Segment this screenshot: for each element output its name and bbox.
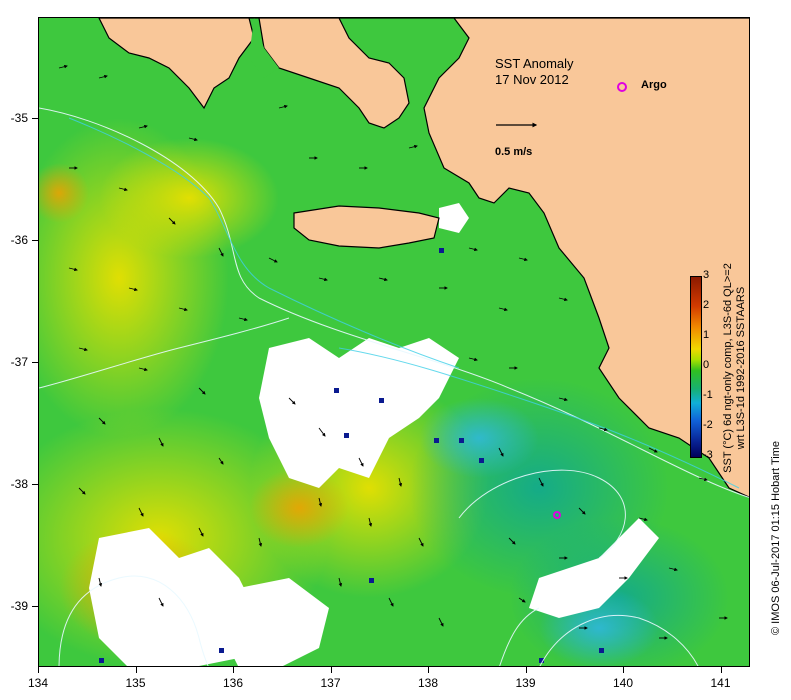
x-tick-label: 134 <box>27 676 49 690</box>
y-tick-label: -35 <box>10 111 28 125</box>
x-tick <box>135 667 137 673</box>
y-tick-label: -37 <box>10 355 28 369</box>
x-tick-label: 136 <box>222 676 244 690</box>
y-tick <box>32 362 38 363</box>
colorbar-tick-label: -1 <box>703 389 713 401</box>
credit-text: © IMOS 06-Jul-2017 01:15 Hobart Time <box>770 441 782 635</box>
y-tick <box>32 118 38 119</box>
colorbar-tick-label: -3 <box>703 449 713 461</box>
colorbar <box>690 276 702 458</box>
colorbar-tick-label: 1 <box>703 329 710 341</box>
argo-legend-icon <box>617 82 627 92</box>
y-tick-label: -38 <box>10 477 28 491</box>
colorbar-caption-line-1: SST (°C) 6d ngt-only comp, L3S-6d QL>=2 <box>722 263 734 473</box>
y-tick <box>32 484 38 485</box>
colorbar-tick-label: 3 <box>703 269 710 281</box>
x-tick-label: 141 <box>710 676 731 690</box>
x-tick-label: 139 <box>515 676 536 690</box>
colorbar-caption-line-2: wrt L3S-1d 1992-2016 SSTAARS <box>735 286 747 450</box>
x-tick <box>233 667 234 673</box>
colorbar-tick-label: 0 <box>703 359 710 371</box>
warm-patch-north <box>99 138 279 258</box>
colorbar-caption: SST (°C) 6d ngt-only comp, L3S-6d QL>=2 … <box>722 248 748 488</box>
y-tick-label: -39 <box>10 599 28 613</box>
scale-label: 0.5 m/s <box>495 146 533 158</box>
x-tick <box>330 667 332 673</box>
colorbar-tick-label: 2 <box>703 299 710 311</box>
sst-anomaly-map <box>39 18 749 666</box>
x-tick <box>720 667 722 673</box>
x-tick-label: 140 <box>612 676 634 690</box>
title-line-2: 17 Nov 2012 <box>495 72 569 87</box>
title-line-1: SST Anomaly <box>495 56 574 71</box>
colorbar-tick-label: -2 <box>703 419 713 431</box>
y-tick <box>32 606 38 607</box>
x-tick <box>38 667 39 673</box>
x-tick <box>623 667 624 673</box>
map-frame <box>38 17 750 667</box>
y-tick-label: -36 <box>10 233 28 247</box>
x-tick <box>525 667 527 673</box>
y-tick <box>32 240 38 241</box>
x-tick-label: 138 <box>417 676 439 690</box>
map-title: SST Anomaly 17 Nov 2012 <box>495 56 574 88</box>
x-tick-label: 137 <box>320 676 341 690</box>
x-tick <box>428 667 429 673</box>
argo-legend-label: Argo <box>641 79 667 91</box>
land-kangaroo-island <box>293 205 440 249</box>
x-tick-label: 135 <box>125 676 146 690</box>
